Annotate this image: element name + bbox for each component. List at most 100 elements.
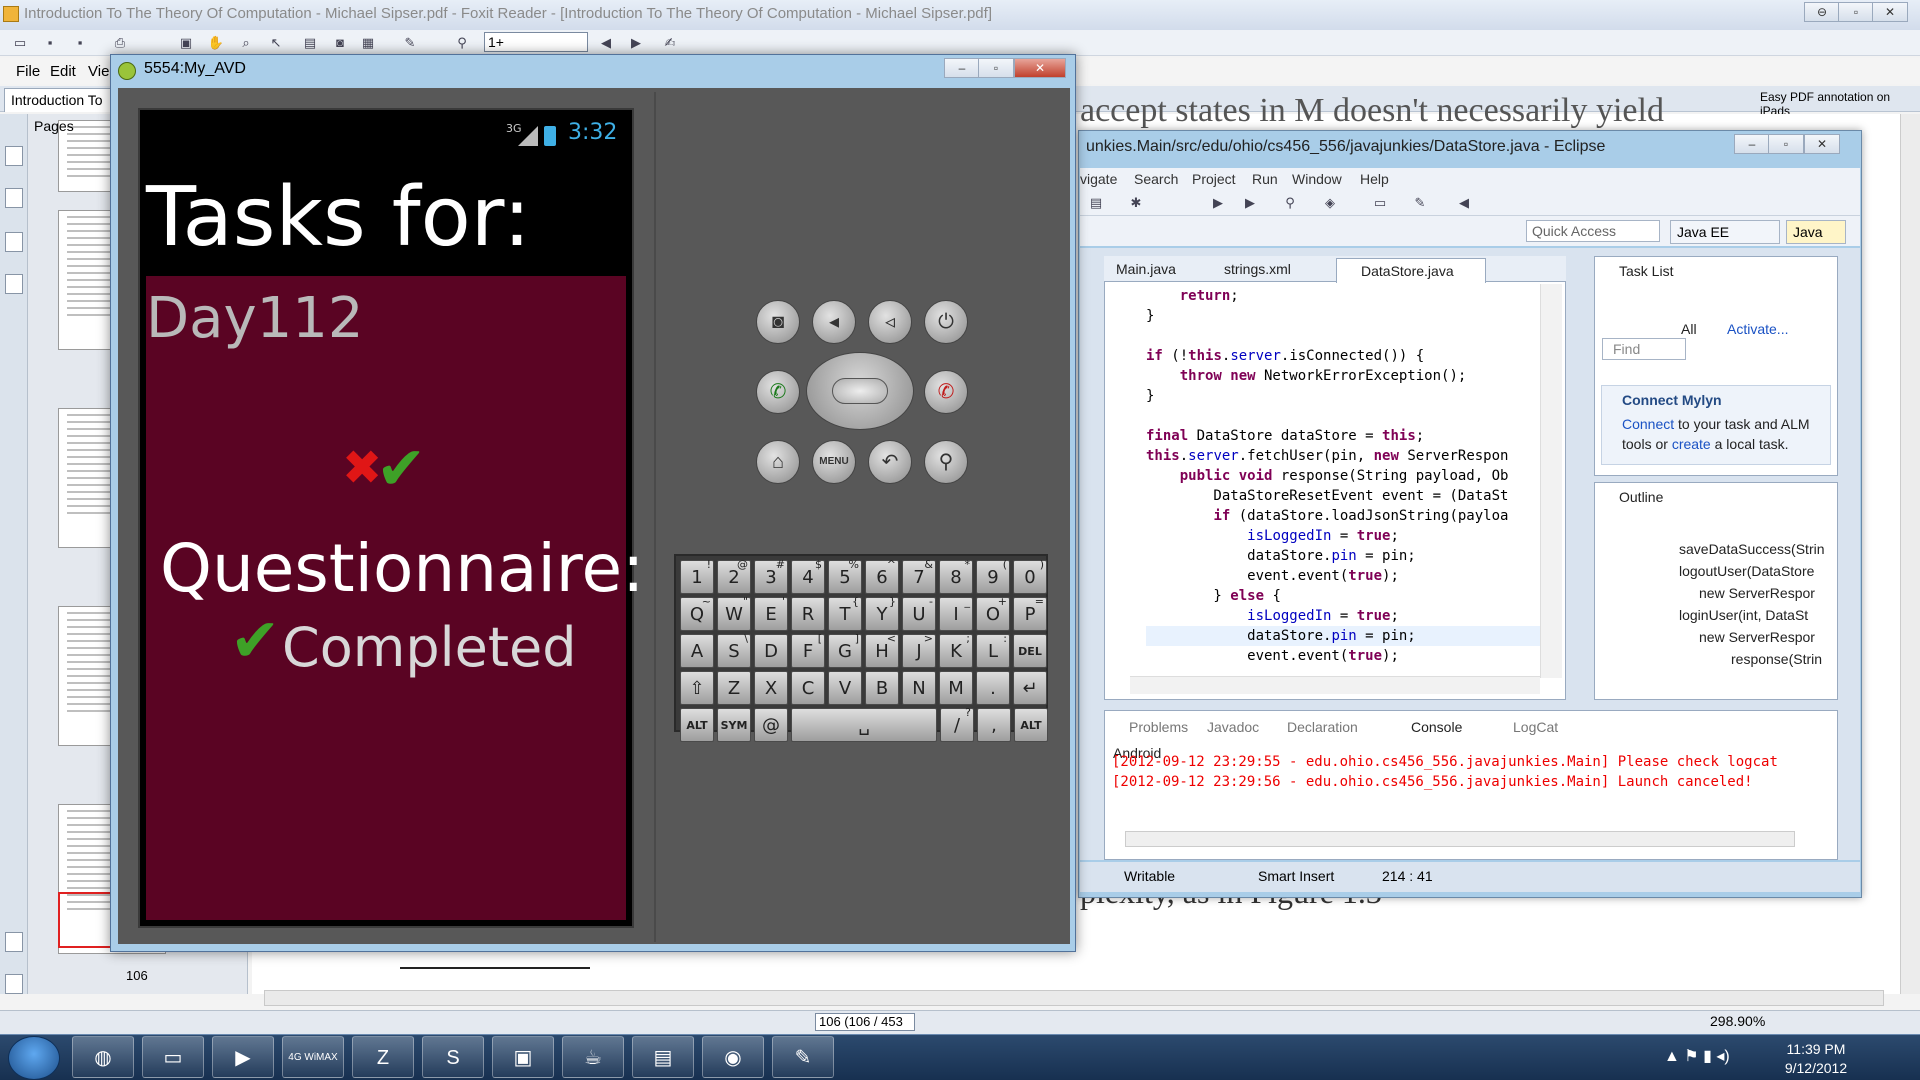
minimize-icon[interactable]: ⊖ <box>1804 2 1840 22</box>
keyboard-key[interactable]: B <box>865 671 899 705</box>
keyboard-key[interactable]: 8 * <box>939 559 973 594</box>
task-list-title[interactable]: Task List <box>1619 263 1673 279</box>
call-button-icon[interactable]: ✆ <box>756 370 800 414</box>
tab-main-java[interactable]: Main.java <box>1116 261 1176 277</box>
save-all-icon[interactable]: ▪ <box>70 33 90 53</box>
keyboard-key[interactable]: M <box>939 671 973 705</box>
keyboard-key[interactable]: Q ~ <box>680 596 714 631</box>
outline-item[interactable]: saveDataSuccess(Strin <box>1679 541 1825 557</box>
console-horizontal-scrollbar[interactable] <box>1125 831 1795 847</box>
find-input[interactable]: 1+ <box>484 32 588 52</box>
close-icon[interactable]: ✕ <box>1014 58 1066 78</box>
comments-icon[interactable] <box>5 274 23 294</box>
keyboard-key[interactable]: W " <box>717 596 751 631</box>
acrobat-taskbar-icon[interactable]: ▤ <box>632 1036 694 1078</box>
keyboard-key[interactable]: ↵ <box>1013 671 1047 705</box>
keyboard-key[interactable]: @ <box>754 708 788 742</box>
text-tool-icon[interactable]: ▤ <box>300 33 320 53</box>
pen-icon[interactable]: ✎ <box>400 33 420 53</box>
outline-title[interactable]: Outline <box>1619 489 1663 505</box>
taskbar-clock[interactable]: 11:39 PM 9/12/2012 <box>1776 1040 1856 1078</box>
back-icon[interactable]: ↶ <box>868 440 912 484</box>
screen-icon[interactable]: ▣ <box>176 33 196 53</box>
firefox-taskbar-icon[interactable]: ◍ <box>72 1036 134 1078</box>
keyboard-key[interactable]: 9( <box>976 559 1010 594</box>
keyboard-key[interactable]: D <box>754 634 788 668</box>
keyboard-key[interactable]: 3 # <box>754 559 788 594</box>
menu-project[interactable]: Project <box>1192 171 1236 187</box>
keyboard-key[interactable]: , <box>977 708 1011 742</box>
menu-help[interactable]: Help <box>1360 171 1389 187</box>
tab-strings-xml[interactable]: strings.xml <box>1224 261 1291 277</box>
document-vertical-scrollbar[interactable] <box>1900 114 1920 994</box>
snapshot-icon[interactable]: ◙ <box>330 33 350 53</box>
tab-declaration[interactable]: Declaration <box>1287 719 1358 735</box>
power-icon[interactable]: ⏻ <box>924 300 968 344</box>
close-icon[interactable]: ✕ <box>1804 134 1840 154</box>
run-external-icon[interactable]: ▶ <box>1240 193 1260 213</box>
perspective-java-ee[interactable]: Java EE <box>1670 220 1780 244</box>
keyboard-key[interactable]: A <box>680 634 714 668</box>
code-text[interactable]: return; } if (!this.server.isConnected()… <box>1146 286 1541 676</box>
outline-item[interactable]: loginUser(int, DataSt <box>1679 607 1808 623</box>
keyboard-key[interactable]: N <box>902 671 936 705</box>
keyboard-key[interactable]: SYM <box>717 708 751 742</box>
create-link[interactable]: create <box>1672 436 1711 452</box>
dpad-center-button[interactable] <box>832 378 888 404</box>
keyboard-key[interactable]: J > <box>902 633 936 668</box>
tab-logcat[interactable]: LogCat <box>1513 719 1558 735</box>
keyboard-key[interactable]: V <box>828 671 862 705</box>
system-tray[interactable]: ▲ ⚑ ▮ ◂) <box>1664 1046 1730 1066</box>
keyboard-key[interactable]: 6 ^ <box>865 559 899 594</box>
menu-window[interactable]: Window <box>1292 171 1342 187</box>
keyboard-key[interactable]: C <box>791 671 825 705</box>
new-icon[interactable]: ▤ <box>1086 193 1106 213</box>
menu-run[interactable]: Run <box>1252 171 1278 187</box>
search-icon[interactable]: ⚲ <box>1280 193 1300 213</box>
keyboard-key[interactable]: 2 @ <box>717 559 751 594</box>
next-view-icon[interactable]: ▶ <box>626 33 646 53</box>
restore-icon[interactable]: ▫ <box>1838 2 1874 22</box>
questionnaire-label[interactable]: Questionnaire: <box>160 530 644 607</box>
layers-icon[interactable] <box>5 232 23 252</box>
keyboard-key[interactable]: DEL <box>1013 634 1047 668</box>
tab-console[interactable]: Console <box>1411 719 1462 735</box>
close-icon[interactable]: ✕ <box>1872 2 1908 22</box>
search-icon[interactable]: ⚲ <box>924 440 968 484</box>
zoom-percent[interactable]: 298.90% <box>1710 1013 1765 1029</box>
paint-taskbar-icon[interactable]: ✎ <box>772 1036 834 1078</box>
all-filter-link[interactable]: All <box>1681 321 1697 337</box>
minimize-icon[interactable]: – <box>944 58 980 78</box>
document-tab[interactable]: Introduction To <box>4 88 114 112</box>
camera-button-icon[interactable]: ◙ <box>756 300 800 344</box>
connect-link[interactable]: Connect <box>1622 416 1674 432</box>
keyboard-key[interactable]: . <box>976 671 1010 705</box>
keyboard-key[interactable]: G] <box>828 633 862 668</box>
keyboard-key[interactable]: 1! <box>680 559 714 594</box>
debug-icon[interactable]: ✱ <box>1126 193 1146 213</box>
quick-access-input[interactable]: Quick Access <box>1526 220 1660 242</box>
menu-button[interactable]: MENU <box>812 440 856 484</box>
editor-horizontal-scrollbar[interactable] <box>1130 676 1540 694</box>
keyboard-key[interactable]: K; <box>939 633 973 668</box>
save-icon[interactable]: ▪ <box>40 33 60 53</box>
hand-tool-icon[interactable]: ✋ <box>206 33 226 53</box>
menu-view[interactable]: Vie <box>88 63 109 80</box>
rms-icon[interactable]: ▦ <box>358 33 378 53</box>
open-folder-icon[interactable]: ▭ <box>10 33 30 53</box>
keyboard-key[interactable]: ALT <box>680 708 714 742</box>
explorer-taskbar-icon[interactable]: ▭ <box>142 1036 204 1078</box>
outline-item[interactable]: response(Strin <box>1731 651 1822 667</box>
document-horizontal-scrollbar[interactable] <box>264 990 1884 1006</box>
volume-up-icon[interactable]: ◃ <box>868 300 912 344</box>
java-taskbar-icon[interactable]: ☕ <box>562 1036 624 1078</box>
console-output[interactable]: [2012-09-12 23:29:55 - edu.ohio.cs456_55… <box>1112 752 1832 792</box>
keyboard-key[interactable]: S \ <box>717 633 751 668</box>
bookmarks-icon[interactable] <box>5 188 23 208</box>
activate-link[interactable]: Activate... <box>1727 321 1788 337</box>
keyboard-key[interactable]: ␣ <box>791 708 937 742</box>
print-icon[interactable]: ⎙ <box>110 33 130 53</box>
keyboard-key[interactable]: X <box>754 671 788 705</box>
skype-taskbar-icon[interactable]: S <box>422 1036 484 1078</box>
annotation-icon[interactable]: ✎ <box>1410 193 1430 213</box>
